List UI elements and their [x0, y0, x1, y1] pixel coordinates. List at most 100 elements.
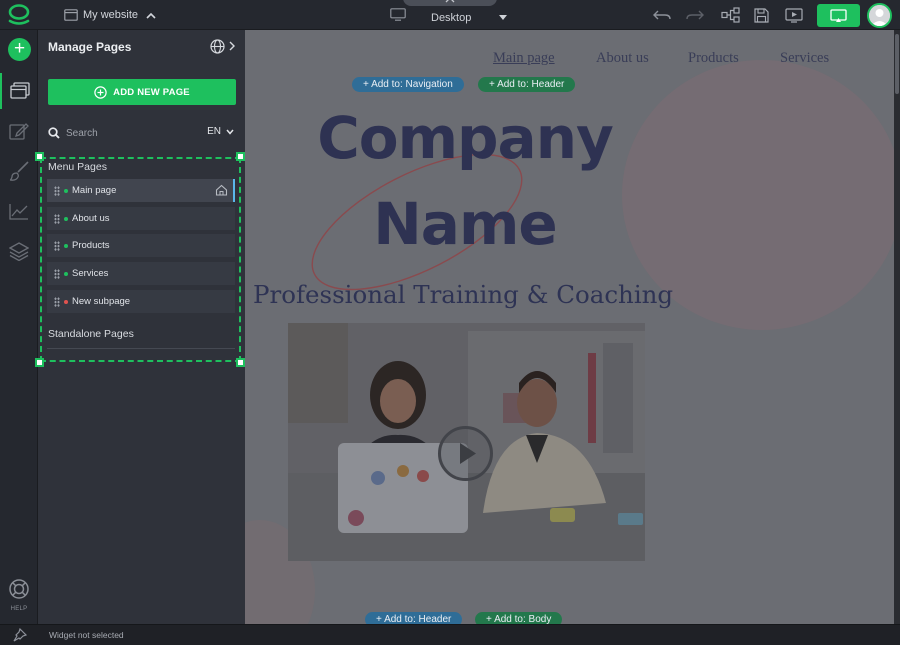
- company-name-line1[interactable]: Company: [245, 104, 685, 172]
- hero-video[interactable]: [288, 323, 645, 561]
- help-button[interactable]: HELP: [0, 578, 38, 618]
- status-bar: Widget not selected: [0, 624, 900, 645]
- page-item-new-subpage[interactable]: New subpage: [47, 290, 235, 313]
- website-canvas[interactable]: Main page About us Products Services + A…: [245, 30, 894, 624]
- section-divider: [47, 348, 235, 349]
- globe-icon: [210, 38, 225, 54]
- rail-edit-button[interactable]: [0, 113, 38, 149]
- user-avatar[interactable]: [867, 3, 892, 28]
- redo-icon: [686, 10, 704, 20]
- published-status-dot: [64, 216, 68, 221]
- site-nav-main-page[interactable]: Main page: [493, 50, 555, 67]
- page-item-label: Services: [72, 268, 109, 279]
- site-nav-products[interactable]: Products: [688, 50, 739, 67]
- resize-handle-bottom-left[interactable]: [35, 358, 44, 367]
- rail-pages-button[interactable]: [0, 73, 38, 109]
- device-selector[interactable]: Desktop: [388, 6, 512, 28]
- site-nav-about-us[interactable]: About us: [596, 50, 649, 67]
- add-to-body-chip[interactable]: + Add to: Body: [475, 612, 563, 624]
- statistics-icon: [9, 203, 28, 220]
- page-item-services[interactable]: Services: [47, 262, 235, 285]
- preview-icon: [785, 7, 803, 23]
- drag-handle-icon[interactable]: [54, 213, 60, 224]
- menu-pages-heading: Menu Pages: [48, 161, 107, 173]
- device-label: Desktop: [431, 12, 472, 24]
- sitemap-button[interactable]: [720, 6, 740, 24]
- published-status-dot: [64, 271, 68, 276]
- sitemap-icon: [720, 7, 740, 23]
- scrollbar-thumb[interactable]: [895, 34, 899, 94]
- website-window-icon: [64, 9, 78, 21]
- add-new-page-label: ADD NEW PAGE: [113, 86, 190, 98]
- lifebuoy-help-icon: [9, 579, 29, 599]
- page-search-row: EN: [48, 125, 236, 141]
- edit-icon: [9, 123, 29, 140]
- left-tool-rail: + HELP: [0, 30, 38, 624]
- drag-handle-icon[interactable]: [54, 240, 60, 251]
- published-status-dot: [64, 188, 68, 193]
- page-search-input[interactable]: [66, 127, 186, 139]
- plus-circle-icon: [94, 85, 107, 99]
- help-label: HELP: [10, 606, 28, 612]
- add-to-header-chip[interactable]: + Add to: Header: [365, 612, 463, 624]
- drag-handle-icon[interactable]: [54, 296, 60, 307]
- add-new-page-button[interactable]: ADD NEW PAGE: [48, 79, 236, 105]
- undo-button[interactable]: [652, 6, 672, 24]
- site-nav-services[interactable]: Services: [780, 50, 829, 67]
- drag-handle-icon[interactable]: [54, 268, 60, 279]
- add-to-header-chip[interactable]: + Add to: Header: [478, 77, 576, 92]
- published-status-dot: [64, 243, 68, 248]
- add-widget-button[interactable]: +: [8, 38, 31, 61]
- page-item-about-us[interactable]: About us: [47, 207, 235, 230]
- website-switcher[interactable]: My website: [64, 7, 156, 23]
- resize-handle-bottom-right[interactable]: [236, 358, 245, 367]
- rail-design-button[interactable]: [0, 153, 38, 189]
- home-page-icon: [215, 184, 228, 196]
- page-item-label: Main page: [72, 185, 117, 196]
- canvas-scrollbar[interactable]: [894, 30, 900, 624]
- language-settings-button[interactable]: [210, 38, 240, 54]
- publish-icon: [830, 8, 847, 22]
- pages-icon: [10, 82, 30, 99]
- tagline-text[interactable]: Professional Training & Coaching: [253, 280, 673, 309]
- chevron-up-icon: [146, 12, 156, 19]
- language-value: EN: [207, 126, 221, 137]
- resize-handle-top-left[interactable]: [35, 152, 44, 161]
- add-to-navigation-chip[interactable]: + Add to: Navigation: [352, 77, 464, 92]
- play-icon: [460, 443, 476, 464]
- pin-icon[interactable]: [11, 628, 27, 642]
- manage-pages-panel: Manage Pages ADD NEW PAGE Search EN Menu…: [35, 30, 245, 624]
- website-builder-app: My website Desktop + HELP Manage Pages A…: [0, 0, 900, 645]
- play-video-button[interactable]: [438, 426, 493, 481]
- user-avatar-icon: [869, 5, 890, 26]
- top-toolbar: My website Desktop: [0, 0, 900, 30]
- app-logo-icon[interactable]: [7, 4, 31, 26]
- preview-button[interactable]: [784, 6, 804, 24]
- rail-statistics-button[interactable]: [0, 193, 38, 229]
- standalone-pages-heading: Standalone Pages: [48, 328, 134, 340]
- page-item-products[interactable]: Products: [47, 234, 235, 257]
- website-name: My website: [83, 9, 139, 21]
- save-button[interactable]: [751, 6, 771, 24]
- rail-layers-button[interactable]: [0, 233, 38, 269]
- panel-title: Manage Pages: [48, 40, 132, 54]
- page-item-main-page[interactable]: Main page: [47, 179, 235, 202]
- publish-button[interactable]: [817, 4, 860, 27]
- page-item-label: Products: [72, 240, 110, 251]
- layers-icon: [9, 241, 29, 261]
- drag-handle-icon[interactable]: [54, 185, 60, 196]
- desktop-monitor-icon: [390, 8, 406, 21]
- language-select[interactable]: EN: [207, 126, 234, 137]
- save-icon: [753, 7, 769, 23]
- status-text: Widget not selected: [49, 630, 124, 640]
- resize-handle-top-right[interactable]: [236, 152, 245, 161]
- chevron-down-icon: [499, 15, 507, 20]
- undo-icon: [653, 10, 671, 20]
- design-brush-icon: [9, 161, 29, 181]
- unpublished-status-dot: [64, 299, 68, 304]
- company-name-line2[interactable]: Name: [245, 190, 685, 258]
- chevron-up-icon: [445, 0, 455, 3]
- page-item-label: New subpage: [72, 296, 131, 307]
- redo-button[interactable]: [685, 6, 705, 24]
- chevron-right-icon: [229, 41, 235, 51]
